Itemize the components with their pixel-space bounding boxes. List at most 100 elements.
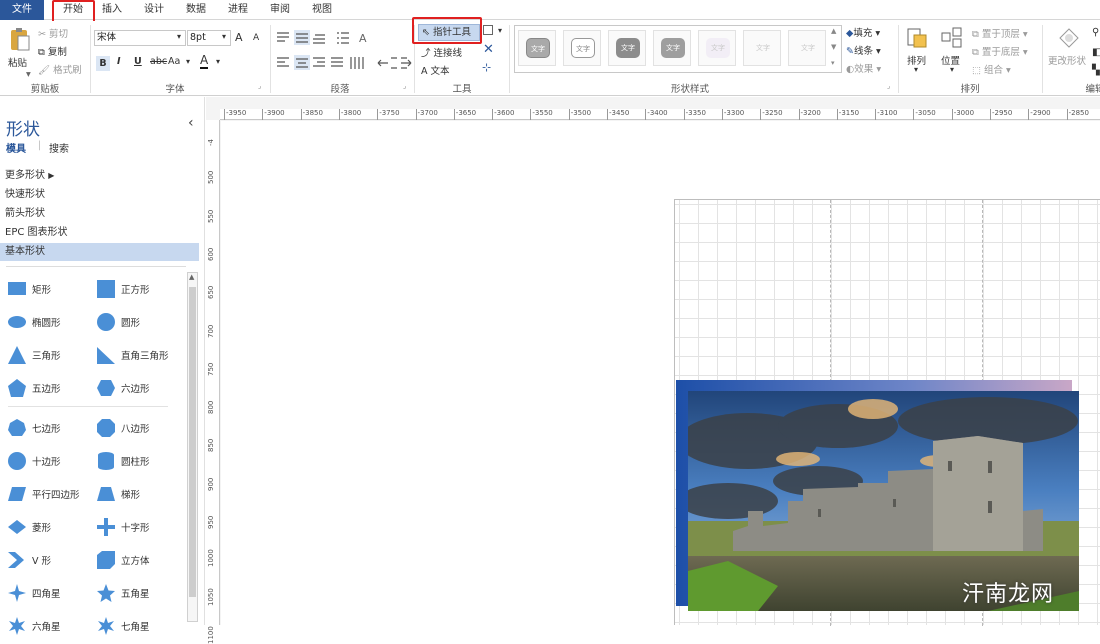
shape-item[interactable]: 七边形 bbox=[7, 418, 61, 438]
change-case-chevron-icon[interactable]: ▾ bbox=[186, 57, 190, 66]
shape-item[interactable]: 圆形 bbox=[96, 312, 140, 332]
paste-icon[interactable] bbox=[8, 27, 30, 53]
effect-button[interactable]: ◐效果 ▾ bbox=[846, 61, 881, 75]
shape-item[interactable]: 梯形 bbox=[96, 484, 140, 504]
paste-chevron-icon[interactable]: ▾ bbox=[26, 69, 31, 80]
font-color-button[interactable]: A bbox=[200, 54, 209, 69]
ruler-tick-label: -3800 bbox=[340, 109, 362, 117]
ruler-tick bbox=[1066, 109, 1068, 120]
shape-item[interactable]: 十字形 bbox=[96, 517, 150, 537]
shapes-panel: 形状 ‹ 模具 | 搜索 更多形状 ▶ 快速形状 箭头形状 EPC 图表形状 基… bbox=[0, 97, 205, 635]
collapse-panel-icon[interactable]: ‹ bbox=[188, 115, 194, 131]
gallery-more-icon[interactable]: ▾ bbox=[831, 59, 835, 67]
shape-style-3[interactable]: 文字 bbox=[608, 30, 646, 66]
rectangle-tool-chevron-icon[interactable]: ▾ bbox=[498, 26, 502, 35]
shape-item[interactable]: 十边形 bbox=[7, 451, 61, 471]
italic-button[interactable]: I bbox=[117, 56, 121, 67]
shape-item[interactable]: 五边形 bbox=[7, 378, 61, 398]
shape-styles-group-label: 形状样式 bbox=[670, 84, 709, 95]
stencil-basic-shapes[interactable]: 基本形状 bbox=[0, 243, 199, 261]
shape-styles-dialog-launcher-icon[interactable]: ⌟ bbox=[887, 82, 890, 90]
change-case-button[interactable]: Aa bbox=[168, 56, 180, 67]
fill-button[interactable]: ◆填充 ▾ bbox=[846, 25, 880, 39]
font-dialog-launcher-icon[interactable]: ⌟ bbox=[258, 82, 261, 90]
connector-button[interactable]: ⤴ 连接线 bbox=[421, 45, 462, 59]
select-icon[interactable]: ▚ bbox=[1092, 65, 1100, 76]
shape-item[interactable]: 五角星 bbox=[96, 583, 150, 603]
shrink-font-button[interactable]: A bbox=[253, 33, 259, 43]
shape-item[interactable]: 正方形 bbox=[96, 279, 150, 299]
position-icon[interactable] bbox=[941, 27, 963, 49]
position-chevron-icon[interactable]: ▾ bbox=[950, 65, 954, 74]
stencil-more-shapes[interactable]: 更多形状 ▶ bbox=[0, 167, 199, 185]
shapes-scrollbar[interactable]: ▲ bbox=[187, 272, 198, 622]
find-icon[interactable]: ⚲ bbox=[1092, 27, 1099, 38]
shape-item[interactable]: 直角三角形 bbox=[96, 345, 169, 365]
group-button[interactable]: ⬚ 组合 ▾ bbox=[972, 62, 1011, 76]
cut-button[interactable]: ✂ 剪切 bbox=[38, 26, 68, 40]
stencil-epc-shapes[interactable]: EPC 图表形状 bbox=[0, 224, 199, 242]
stencil-arrow-shapes[interactable]: 箭头形状 bbox=[0, 205, 199, 223]
tab-design[interactable]: 设计 bbox=[138, 0, 170, 20]
shape-item[interactable]: 八边形 bbox=[96, 418, 150, 438]
font-size-chevron-icon[interactable]: ▾ bbox=[222, 32, 226, 41]
shape-item[interactable]: 菱形 bbox=[7, 517, 51, 537]
bold-button[interactable]: B bbox=[96, 56, 110, 71]
scroll-up-icon[interactable]: ▲ bbox=[189, 273, 194, 281]
tab-view[interactable]: 视图 bbox=[306, 0, 338, 20]
tab-data[interactable]: 数据 bbox=[180, 0, 212, 20]
tab-stencils[interactable]: 模具 bbox=[6, 140, 26, 155]
shape-style-6[interactable]: 文字 bbox=[743, 30, 781, 66]
shape-style-4[interactable]: 文字 bbox=[653, 30, 691, 66]
paragraph-dialog-launcher-icon[interactable]: ⌟ bbox=[403, 82, 406, 90]
shape-item[interactable]: 四角星 bbox=[7, 583, 61, 603]
change-shape-label[interactable]: 更改形状 bbox=[1048, 53, 1086, 67]
file-menu[interactable]: 文件 bbox=[0, 0, 44, 20]
stencil-quick-shapes[interactable]: 快速形状 bbox=[0, 186, 199, 204]
scrollbar-thumb[interactable] bbox=[189, 287, 196, 597]
tab-review[interactable]: 审阅 bbox=[264, 0, 296, 20]
paste-label[interactable]: 粘贴 bbox=[8, 55, 27, 69]
tab-insert[interactable]: 插入 bbox=[96, 0, 128, 20]
connection-point-icon[interactable]: ⊹ bbox=[482, 61, 491, 74]
shape-item[interactable]: 矩形 bbox=[7, 279, 51, 299]
ruler-tick bbox=[492, 109, 494, 120]
underline-button[interactable]: U bbox=[134, 56, 142, 67]
font-name-select[interactable]: 宋体 bbox=[94, 30, 186, 46]
shape-style-7[interactable]: 文字 bbox=[788, 30, 826, 66]
tab-search[interactable]: 搜索 bbox=[49, 140, 69, 155]
layers-icon[interactable]: ◧ bbox=[1092, 47, 1100, 58]
gallery-up-icon[interactable]: ▲ bbox=[831, 27, 836, 35]
shape-item[interactable]: 平行四边形 bbox=[7, 484, 80, 504]
shape-item[interactable]: 六边形 bbox=[96, 378, 150, 398]
shape-item[interactable]: 圆柱形 bbox=[96, 451, 150, 471]
rectangle-tool-icon[interactable] bbox=[483, 25, 493, 35]
text-tool-button[interactable]: A 文本 bbox=[421, 63, 450, 77]
change-shape-icon[interactable] bbox=[1058, 27, 1080, 49]
close-icon[interactable]: ✕ bbox=[483, 42, 494, 57]
arrange-icon[interactable] bbox=[906, 27, 928, 49]
shape-style-5[interactable]: 文字 bbox=[698, 30, 736, 66]
font-color-chevron-icon[interactable]: ▾ bbox=[216, 57, 220, 66]
arrange-chevron-icon[interactable]: ▾ bbox=[914, 65, 918, 74]
grow-font-button[interactable]: A bbox=[235, 31, 243, 44]
copy-button[interactable]: ⧉ 复制 bbox=[38, 44, 67, 58]
shape-item[interactable]: 三角形 bbox=[7, 345, 61, 365]
format-painter-button[interactable]: 🖌 格式刷 bbox=[38, 62, 82, 76]
gallery-down-icon[interactable]: ▼ bbox=[831, 43, 836, 51]
tab-process[interactable]: 进程 bbox=[222, 0, 254, 20]
paragraph-bottom-icons bbox=[277, 55, 412, 70]
strikethrough-button[interactable]: abc bbox=[150, 56, 167, 67]
shape-item[interactable]: 立方体 bbox=[96, 550, 150, 570]
line-button[interactable]: ✎线条 ▾ bbox=[846, 43, 881, 57]
shape-style-2[interactable]: 文字 bbox=[563, 30, 601, 66]
shape-style-1[interactable]: 文字 bbox=[518, 30, 556, 66]
send-to-back-button[interactable]: ⧉ 置于底层 ▾ bbox=[972, 44, 1028, 58]
shape-label: 立方体 bbox=[121, 556, 150, 567]
font-name-chevron-icon[interactable]: ▾ bbox=[177, 32, 181, 41]
shape-item[interactable]: 七角星 bbox=[96, 616, 150, 636]
shape-item[interactable]: V 形 bbox=[7, 550, 51, 570]
bring-to-front-button[interactable]: ⧉ 置于顶层 ▾ bbox=[972, 26, 1028, 40]
shape-item[interactable]: 六角星 bbox=[7, 616, 61, 636]
shape-item[interactable]: 椭圆形 bbox=[7, 312, 61, 332]
